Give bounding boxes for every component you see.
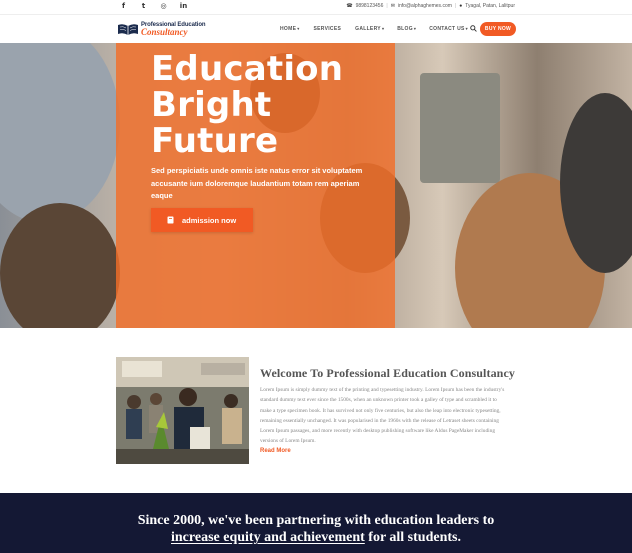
divider: | xyxy=(386,3,388,9)
read-more-link[interactable]: Read More xyxy=(260,448,291,454)
nav-label: GALLERY xyxy=(355,26,381,32)
hero-title: Education Bright Future xyxy=(151,51,391,159)
book-logo-icon xyxy=(118,24,138,35)
search-icon[interactable] xyxy=(470,25,477,32)
welcome-heading: Welcome To Professional Education Consul… xyxy=(260,366,515,380)
chevron-down-icon: ▾ xyxy=(297,26,300,31)
mission-statement: Since 2000, we've been partnering with e… xyxy=(0,512,632,546)
nav-label: SERVICES xyxy=(313,26,342,32)
admission-button-label: admission now xyxy=(182,215,237,225)
nav-home[interactable]: HOME▾ xyxy=(280,26,300,32)
hero-title-line: Education xyxy=(151,49,344,89)
top-bar: f t ◎ in ☎ 9898123456 | ✉ info@alphaghem… xyxy=(0,0,632,15)
nav-contact-us[interactable]: CONTACT US▾ xyxy=(429,26,468,32)
hero-photo-figure xyxy=(0,203,120,328)
nav-label: HOME xyxy=(280,26,297,32)
social-links: f t ◎ in xyxy=(119,2,188,11)
main-header: Professional Education Consultancy HOME▾… xyxy=(0,15,632,43)
admission-now-button[interactable]: admission now xyxy=(151,208,253,232)
phone-number[interactable]: 9898123456 xyxy=(356,3,384,9)
nav-blog[interactable]: BLOG▾ xyxy=(397,26,416,32)
instagram-icon[interactable]: ◎ xyxy=(159,2,168,11)
linkedin-icon[interactable]: in xyxy=(179,2,188,11)
chevron-down-icon: ▾ xyxy=(381,26,385,31)
hero-title-line: Bright xyxy=(151,85,272,125)
contact-info: ☎ 9898123456 | ✉ info@alphaghemes.com | … xyxy=(346,3,515,9)
site-logo[interactable]: Professional Education Consultancy xyxy=(117,20,206,38)
mission-line-1: Since 2000, we've been partnering with e… xyxy=(137,513,495,528)
nav-gallery[interactable]: GALLERY▾ xyxy=(355,26,384,32)
hero-subtitle: Sed perspiciatis unde omnis iste natus e… xyxy=(151,166,363,200)
chevron-down-icon: ▾ xyxy=(413,26,417,31)
welcome-body: Lorem Ipsum is simply dummy text of the … xyxy=(260,387,505,445)
buy-now-button[interactable]: BUY NOW xyxy=(480,22,516,36)
mission-line-2-rest: for all students. xyxy=(364,530,461,545)
nav-label: BLOG xyxy=(397,26,413,32)
hero-photo-figure xyxy=(0,43,120,223)
nav-services[interactable]: SERVICES xyxy=(314,26,342,32)
main-nav: HOME▾ SERVICES GALLERY▾ BLOG▾ CONTACT US… xyxy=(280,26,468,32)
address: Tyagal, Patan, Lalitpur xyxy=(465,3,515,9)
nav-label: CONTACT US xyxy=(429,26,465,32)
phone-icon: ☎ xyxy=(346,3,353,9)
equity-link[interactable]: increase equity and achievement xyxy=(171,530,365,545)
mission-band: Since 2000, we've been partnering with e… xyxy=(0,493,632,553)
logo-line-2: Consultancy xyxy=(141,27,188,37)
book-icon xyxy=(167,216,174,224)
welcome-image xyxy=(116,357,249,464)
chevron-down-icon: ▾ xyxy=(465,26,468,31)
hero-title-line: Future xyxy=(151,121,279,161)
students-photo xyxy=(116,357,249,464)
hero-photo-figure xyxy=(420,73,500,183)
email-address[interactable]: info@alphaghemes.com xyxy=(398,3,452,9)
email-icon: ✉ xyxy=(390,3,395,9)
mission-line-2: increase equity and achievement for all … xyxy=(0,529,632,546)
location-pin-icon: ● xyxy=(459,3,463,9)
facebook-icon[interactable]: f xyxy=(119,2,128,11)
divider: | xyxy=(454,3,457,9)
twitter-icon[interactable]: t xyxy=(139,2,148,11)
